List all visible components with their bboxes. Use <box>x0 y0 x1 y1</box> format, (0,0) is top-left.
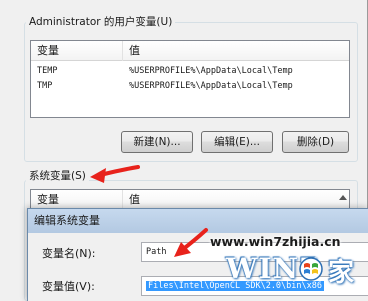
list-item[interactable]: TEMP %USERPROFILE%\AppData\Local\Temp <box>31 64 349 78</box>
variable-name: TMP <box>37 81 53 91</box>
system-variables-label: 系统变量(S) <box>26 168 89 183</box>
edit-user-variable-button[interactable]: 编辑(E)... <box>201 131 273 153</box>
watermark-suffix: 家 <box>328 258 356 288</box>
variable-value: %USERPROFILE%\AppData\Local\Temp <box>129 66 293 76</box>
column-header-variable[interactable]: 变量 <box>31 41 123 61</box>
scroll-up-icon[interactable] <box>339 195 347 200</box>
column-header-value[interactable]: 值 <box>123 190 349 210</box>
list-header: 变量 值 <box>31 190 349 210</box>
list-item[interactable]: TMP %USERPROFILE%\AppData\Local\Temp <box>31 79 349 93</box>
variable-name: TEMP <box>37 66 58 76</box>
user-variables-list[interactable]: 变量 值 TEMP %USERPROFILE%\AppData\Local\Te… <box>30 40 350 118</box>
column-header-value[interactable]: 值 <box>123 41 349 61</box>
watermark-url: www.win7zhijia.cn <box>210 234 341 249</box>
windows-flag-icon <box>299 257 323 281</box>
variable-name-label: 变量名(N): <box>42 247 96 260</box>
user-variables-label: Administrator 的用户变量(U) <box>26 14 176 29</box>
watermark: www.win7zhijia.cn WIN7 家 <box>210 234 366 288</box>
new-user-variable-button[interactable]: 新建(N)... <box>121 131 193 153</box>
column-header-variable[interactable]: 变量 <box>31 190 123 210</box>
list-header: 变量 值 <box>31 41 349 61</box>
variable-value: %USERPROFILE%\AppData\Local\Temp <box>129 81 293 91</box>
dialog-title: 编辑系统变量 <box>28 209 368 233</box>
environment-variables-window: Administrator 的用户变量(U) 变量 值 TEMP %USERPR… <box>0 0 368 301</box>
delete-user-variable-button[interactable]: 删除(D) <box>282 131 349 153</box>
variable-value-label: 变量值(V): <box>42 280 95 293</box>
